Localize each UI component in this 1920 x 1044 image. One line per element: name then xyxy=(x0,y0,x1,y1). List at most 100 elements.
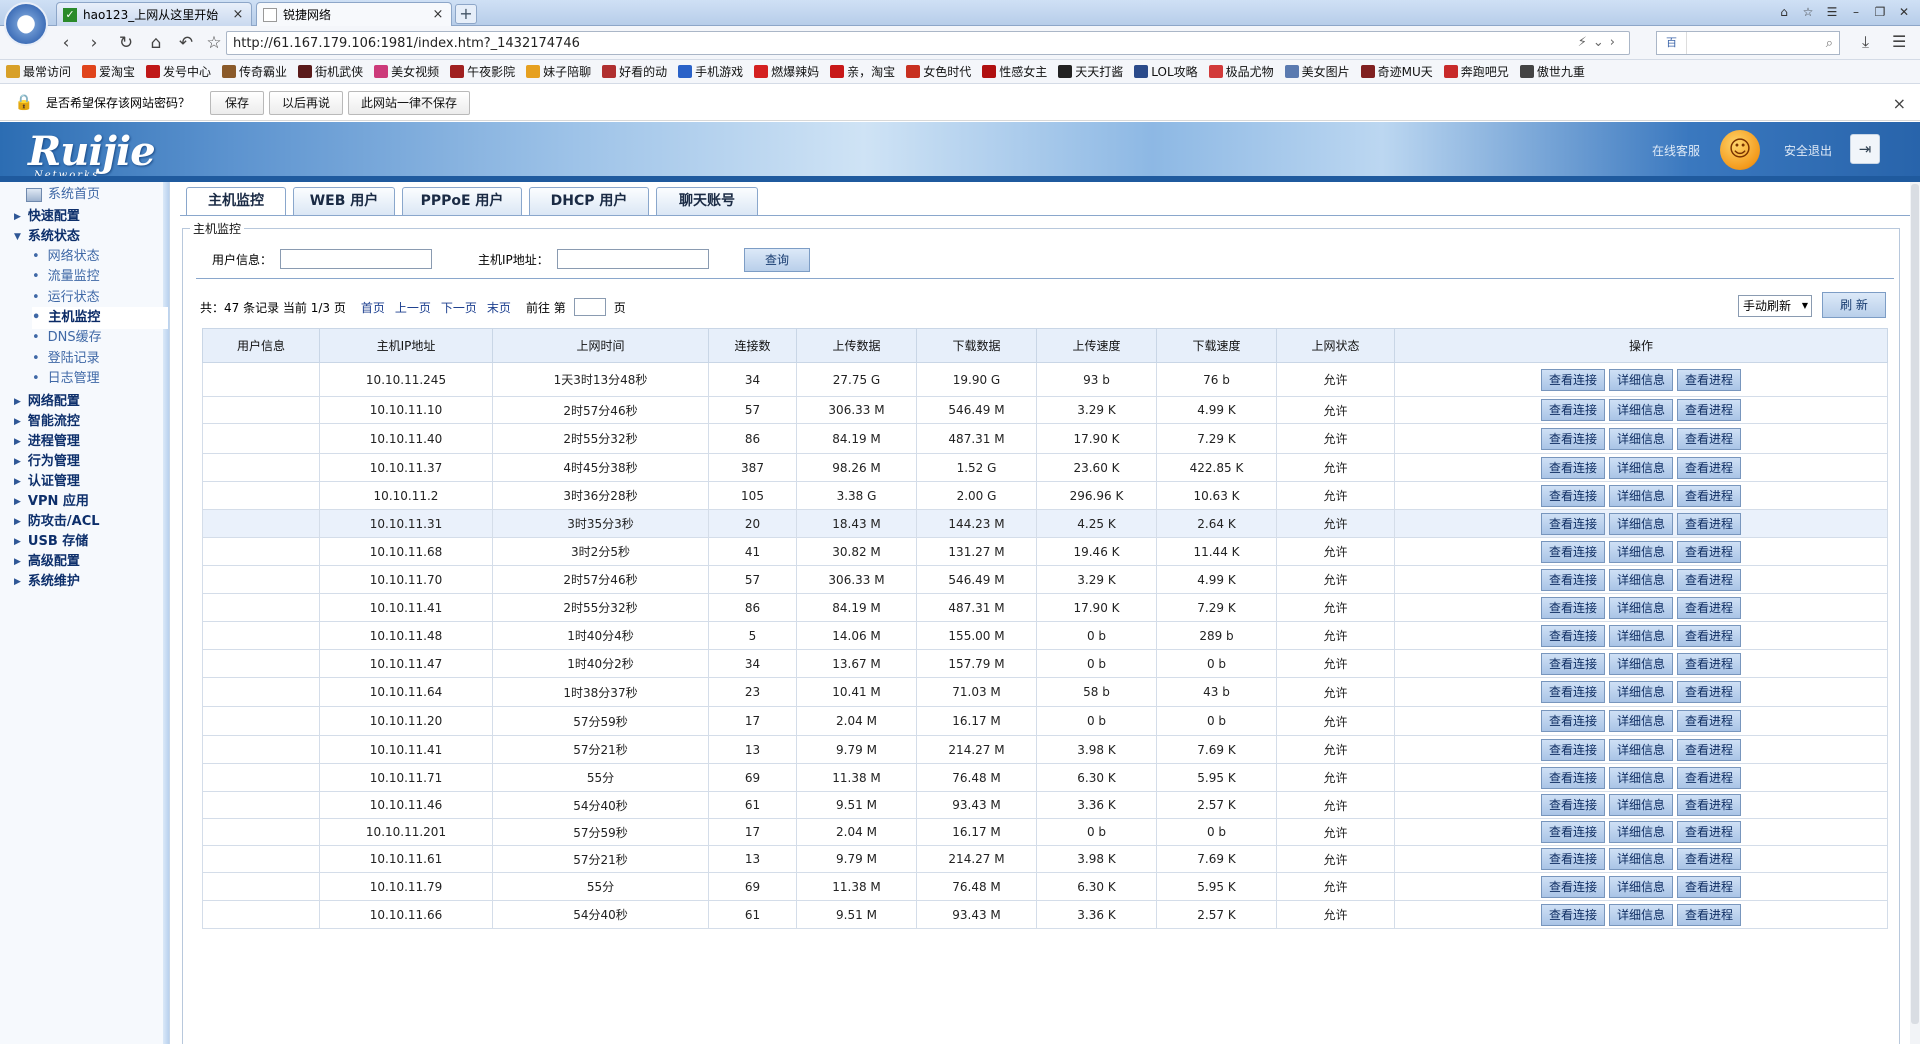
details-button[interactable]: 详细信息 xyxy=(1609,738,1673,761)
bookmark-item[interactable]: 性感女主 xyxy=(982,63,1047,80)
bookmark-item[interactable]: 好看的动 xyxy=(602,63,667,80)
column-header[interactable]: 上网状态 xyxy=(1276,328,1395,363)
details-button[interactable]: 详细信息 xyxy=(1609,427,1673,450)
view-process-button[interactable]: 查看进程 xyxy=(1677,821,1741,843)
browser-logo-icon[interactable]: ◎ xyxy=(4,2,48,46)
details-button[interactable]: 详细信息 xyxy=(1609,903,1673,926)
forward-icon[interactable]: › xyxy=(82,32,106,54)
table-row[interactable]: 10.10.11.40 2时55分32秒 86 84.19 M 487.31 M 17.9… xyxy=(202,423,1888,454)
column-header[interactable]: 主机IP地址 xyxy=(319,328,493,363)
details-button[interactable]: 详细信息 xyxy=(1609,821,1673,843)
view-process-button[interactable]: 查看进程 xyxy=(1677,794,1741,816)
sidebar-item[interactable]: 快速配置 xyxy=(14,206,80,228)
column-header[interactable]: 上传速度 xyxy=(1036,328,1157,363)
never-save-button[interactable]: 此网站一律不保存 xyxy=(348,90,471,115)
details-button[interactable]: 详细信息 xyxy=(1609,399,1673,421)
bookmark-item[interactable]: 奔跑吧兄 xyxy=(1443,63,1509,80)
sidebar-item[interactable]: 认证管理 xyxy=(14,471,80,493)
table-row[interactable]: 10.10.11.2 3时36分28秒 105 3.38 G 2.00 G 296.96 … xyxy=(202,481,1888,510)
user-info-input[interactable] xyxy=(280,249,433,269)
last-page-link[interactable]: 末页 xyxy=(487,299,511,316)
view-process-button[interactable]: 查看进程 xyxy=(1677,681,1741,703)
view-connections-button[interactable]: 查看连接 xyxy=(1541,652,1605,675)
sidebar-item[interactable]: 网络配置 xyxy=(14,391,80,413)
column-header[interactable]: 上网时间 xyxy=(492,328,709,363)
table-row[interactable]: 10.10.11.79 55分 69 11.38 M 76.48 M 6.30 K 5.95… xyxy=(202,872,1888,901)
details-button[interactable]: 详细信息 xyxy=(1609,710,1673,732)
bookmark-item[interactable]: 天天打酱 xyxy=(1058,63,1123,80)
bookmark-item[interactable]: 传奇霸业 xyxy=(222,63,287,80)
table-row[interactable]: 10.10.11.201 57分59秒 17 2.04 M 16.17 M0 b0 b允… xyxy=(202,818,1888,846)
view-connections-button[interactable]: 查看连接 xyxy=(1541,596,1605,619)
query-button[interactable]: 查询 xyxy=(744,248,810,272)
sidebar-subitem[interactable]: 日志管理 xyxy=(32,368,100,390)
bookmark-item[interactable]: 燃爆辣妈 xyxy=(754,63,819,80)
sidebar-item[interactable]: 系统状态 xyxy=(14,226,80,248)
details-button[interactable]: 详细信息 xyxy=(1609,681,1673,703)
smiley-icon[interactable]: ☺ xyxy=(1720,130,1760,170)
bookmark-item[interactable]: 亲，淘宝 xyxy=(830,63,895,80)
details-button[interactable]: 详细信息 xyxy=(1609,456,1673,479)
url-input[interactable]: http://61.167.179.106:1981/index.htm?_14… xyxy=(226,31,1630,55)
view-process-button[interactable]: 查看进程 xyxy=(1677,652,1741,675)
star-icon[interactable]: ☆ xyxy=(202,32,226,54)
search-input[interactable]: 百 ⌕ xyxy=(1656,31,1840,55)
save-password-button[interactable]: 保存 xyxy=(210,90,265,115)
sidebar-subitem[interactable]: 流量监控 xyxy=(32,266,100,288)
view-process-button[interactable]: 查看进程 xyxy=(1677,399,1741,421)
view-connections-button[interactable]: 查看连接 xyxy=(1541,681,1605,703)
view-connections-button[interactable]: 查看连接 xyxy=(1541,848,1605,870)
bookmark-item[interactable]: LOL攻略 xyxy=(1134,63,1198,80)
view-process-button[interactable]: 查看进程 xyxy=(1677,484,1741,507)
table-row[interactable]: 10.10.11.70 2时57分46秒 57 306.33 M 546.49 M 3.2… xyxy=(202,565,1888,594)
details-button[interactable]: 详细信息 xyxy=(1609,766,1673,789)
view-connections-button[interactable]: 查看连接 xyxy=(1541,540,1605,563)
view-connections-button[interactable]: 查看连接 xyxy=(1541,875,1605,898)
bookmark-item[interactable]: 美女图片 xyxy=(1284,63,1350,80)
table-row[interactable]: 10.10.11.41 57分21秒 13 9.79 M 214.27 M 3.98 K7… xyxy=(202,735,1888,764)
view-connections-button[interactable]: 查看连接 xyxy=(1541,821,1605,843)
view-connections-button[interactable]: 查看连接 xyxy=(1541,456,1605,479)
home-icon[interactable]: ⌂ xyxy=(144,32,168,54)
download-icon[interactable]: ⤓ xyxy=(1862,32,1869,52)
new-tab-button[interactable]: + xyxy=(455,4,477,24)
view-process-button[interactable]: 查看进程 xyxy=(1677,848,1741,870)
sidebar-item[interactable]: 进程管理 xyxy=(14,431,80,453)
view-connections-button[interactable]: 查看连接 xyxy=(1541,624,1605,647)
back-icon[interactable]: ‹ xyxy=(54,32,78,54)
view-process-button[interactable]: 查看进程 xyxy=(1677,738,1741,761)
next-page-link[interactable]: 下一页 xyxy=(441,299,477,316)
details-button[interactable]: 详细信息 xyxy=(1609,484,1673,507)
bookmark-item[interactable]: 发号中心 xyxy=(146,63,211,80)
content-tab[interactable]: 聊天账号 xyxy=(656,187,758,215)
table-row[interactable]: 10.10.11.245 1天3时13分48秒 34 27.75 G 19.90 G 93… xyxy=(202,362,1888,397)
sidebar-item[interactable]: 行为管理 xyxy=(14,451,80,473)
table-row[interactable]: 10.10.11.37 4时45分38秒 387 98.26 M 1.52 G 23.60… xyxy=(202,453,1888,482)
view-process-button[interactable]: 查看进程 xyxy=(1677,540,1741,563)
table-row[interactable]: 10.10.11.68 3时2分5秒 41 30.82 M 131.27 M 19.46 … xyxy=(202,537,1888,566)
content-tab[interactable]: WEB 用户 xyxy=(293,187,395,215)
sidebar-item[interactable]: 系统维护 xyxy=(14,571,80,593)
table-row[interactable]: 10.10.11.48 1时40分4秒 5 14.06 M 155.00 M0 b 289… xyxy=(202,621,1888,650)
details-button[interactable]: 详细信息 xyxy=(1609,624,1673,647)
view-connections-button[interactable]: 查看连接 xyxy=(1541,903,1605,926)
exit-icon[interactable]: ⇥ xyxy=(1850,134,1880,164)
view-process-button[interactable]: 查看进程 xyxy=(1677,710,1741,732)
view-connections-button[interactable]: 查看连接 xyxy=(1541,738,1605,761)
search-icon[interactable]: ⌕ xyxy=(1826,36,1833,51)
favorite-icon[interactable]: ☆ xyxy=(1798,3,1818,21)
url-actions-icon[interactable]: ⚡⌄› xyxy=(1578,32,1621,54)
close-tab-icon[interactable]: × xyxy=(431,7,445,22)
view-process-button[interactable]: 查看进程 xyxy=(1677,568,1741,591)
bookmark-item[interactable]: 午夜影院 xyxy=(450,63,515,80)
online-service-link[interactable]: 在线客服 xyxy=(1652,142,1700,159)
view-process-button[interactable]: 查看进程 xyxy=(1677,766,1741,789)
tab-hao123[interactable]: ✓ hao123_上网从这里开始 × xyxy=(56,2,252,26)
view-connections-button[interactable]: 查看连接 xyxy=(1541,427,1605,450)
view-connections-button[interactable]: 查看连接 xyxy=(1541,399,1605,421)
sidebar-item[interactable]: 智能流控 xyxy=(14,411,80,433)
table-row[interactable]: 10.10.11.46 54分40秒 61 9.51 M 93.43 M 3.36 K 2.… xyxy=(202,791,1888,819)
details-button[interactable]: 详细信息 xyxy=(1609,596,1673,619)
safe-exit-link[interactable]: 安全退出 xyxy=(1784,142,1832,159)
reload-icon[interactable]: ↻ xyxy=(114,32,138,54)
